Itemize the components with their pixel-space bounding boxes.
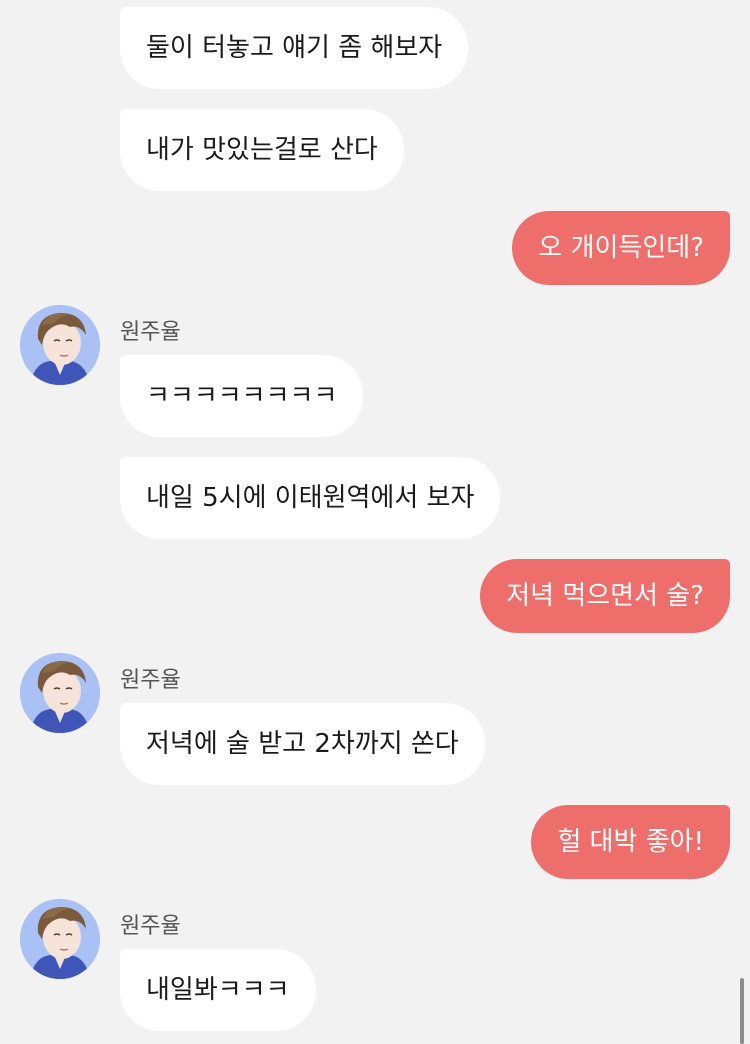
sender-avatar[interactable] [20,653,100,733]
message-bubble-incoming[interactable]: 내가 맛있는걸로 산다 [120,109,404,191]
chat-window: 둘이 터놓고 얘기 좀 해보자 내가 맛있는걸로 산다 오 개이득인데? 원주율… [0,0,750,1044]
message-text: 둘이 터놓고 얘기 좀 해보자 [146,33,443,63]
message-text: 내일 5시에 이태원역에서 보자 [146,483,475,513]
sender-avatar[interactable] [20,305,100,385]
sender-name: 원주율 [120,914,181,939]
message-bubble-outgoing[interactable]: 저녁 먹으면서 술? [480,559,730,633]
message-text: 저녁 먹으면서 술? [506,581,704,611]
message-text: 내일봐ㅋㅋㅋ [146,975,290,1005]
message-bubble-incoming[interactable]: 내일봐ㅋㅋㅋ [120,949,316,1031]
message-bubble-outgoing[interactable]: 헐 대박 좋아! [531,805,730,879]
message-text: 오 개이득인데? [538,233,704,263]
message-text: 저녁에 술 받고 2차까지 쏜다 [146,729,459,759]
scrollbar-thumb[interactable] [740,978,744,1044]
message-bubble-incoming[interactable]: 내일 5시에 이태원역에서 보자 [120,457,501,539]
message-bubble-incoming[interactable]: 둘이 터놓고 얘기 좀 해보자 [120,7,469,89]
message-bubble-incoming[interactable]: ㅋㅋㅋㅋㅋㅋㅋㅋ [120,355,364,437]
message-text: 내가 맛있는걸로 산다 [146,135,378,165]
cartoon-man-avatar-icon [20,305,100,385]
sender-avatar[interactable] [20,899,100,979]
message-text: 헐 대박 좋아! [557,827,704,857]
message-text: ㅋㅋㅋㅋㅋㅋㅋㅋ [146,381,338,411]
message-bubble-outgoing[interactable]: 오 개이득인데? [512,211,730,285]
cartoon-man-avatar-icon [20,653,100,733]
sender-name: 원주율 [120,668,181,693]
sender-name: 원주율 [120,320,181,345]
cartoon-man-avatar-icon [20,899,100,979]
message-bubble-incoming[interactable]: 저녁에 술 받고 2차까지 쏜다 [120,703,485,785]
